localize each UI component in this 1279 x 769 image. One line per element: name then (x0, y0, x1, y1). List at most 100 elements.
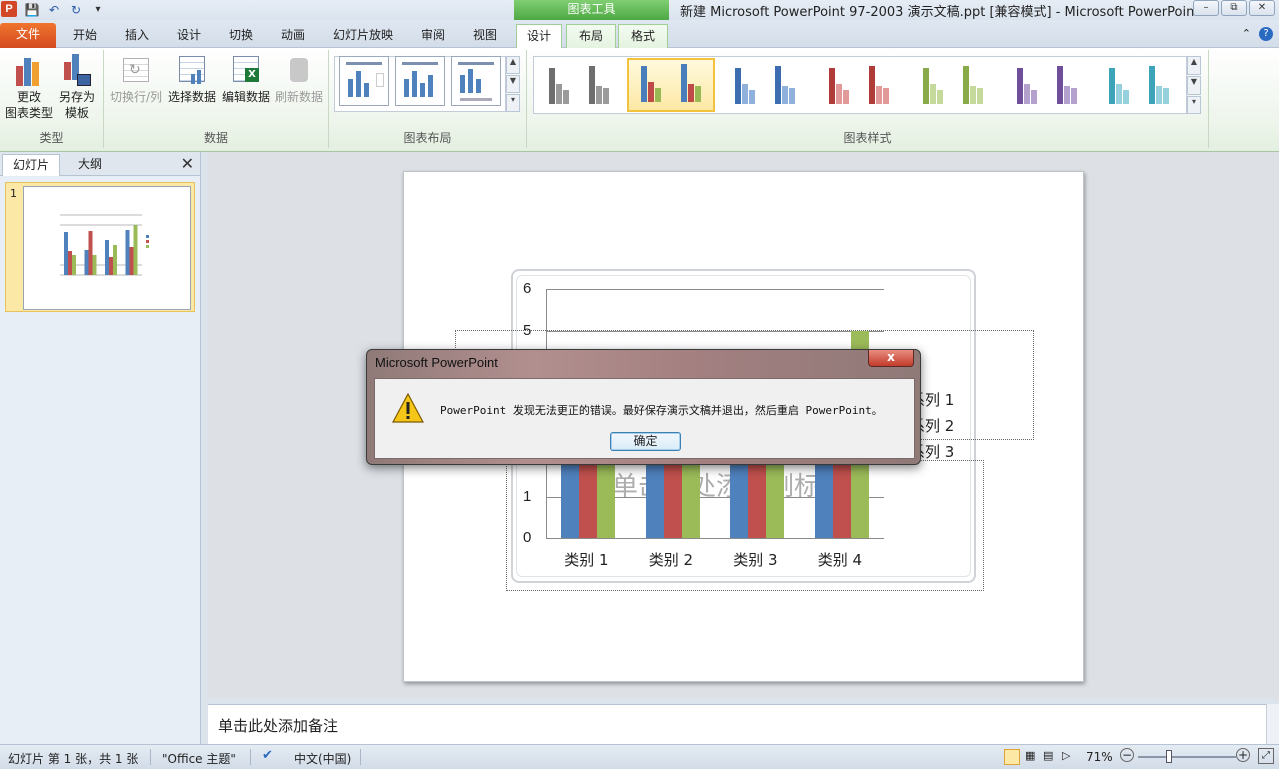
zoom-level[interactable]: 71% (1086, 750, 1113, 764)
language-status[interactable]: 中文(中国) (294, 750, 351, 767)
zoom-slider-thumb[interactable] (1166, 750, 1172, 763)
thumb-legend-swatch (146, 240, 149, 243)
style-preview-bar (789, 88, 795, 104)
ok-button[interactable]: 确定 (610, 432, 681, 451)
x-category-label: 类别 3 (733, 551, 778, 569)
save-as-template-button[interactable]: 另存为 模板 (54, 54, 100, 121)
chart-layout-option-2[interactable] (395, 56, 445, 106)
chart-layout-option-3[interactable] (451, 56, 501, 106)
refresh-data-button[interactable]: 刷新数据 (272, 54, 326, 105)
normal-view-icon[interactable] (1004, 749, 1020, 765)
style-gallery-more[interactable]: ▾ (1187, 96, 1201, 114)
tab-design[interactable]: 设计 (166, 24, 212, 48)
group-label-type: 类型 (39, 131, 64, 145)
help-icon[interactable]: ? (1259, 27, 1273, 41)
tab-review[interactable]: 审阅 (410, 24, 456, 48)
tab-chart-design[interactable]: 设计 (516, 24, 562, 49)
fit-to-window-icon[interactable]: ⤢ (1258, 748, 1274, 764)
bar-3-1[interactable] (597, 455, 616, 538)
theme-status[interactable]: "Office 主题" (162, 750, 236, 767)
slide-thumbnail-selected[interactable]: 1 (5, 182, 195, 312)
slides-panel: 幻灯片 大纲 ✕ 1 (0, 152, 201, 744)
slideshow-view-icon[interactable]: ▷ (1062, 749, 1070, 762)
style-preview-bar (603, 88, 609, 104)
save-icon[interactable]: 💾 (24, 2, 40, 18)
style-preview-bar (735, 68, 741, 104)
style-preview-bar (977, 88, 983, 104)
ribbon-tabs: 文件 开始 插入 设计 切换 动画 幻灯片放映 审阅 视图 设计 布局 格式 ⌃… (0, 20, 1279, 49)
style-preview-bar (775, 66, 781, 104)
x-category-label: 类别 2 (648, 551, 694, 569)
layout-gallery-down[interactable]: ▼ (506, 75, 520, 93)
style-preview-bar (829, 68, 835, 104)
tab-chart-format[interactable]: 格式 (618, 24, 668, 48)
style-preview-bar (655, 88, 661, 102)
thumb-legend-swatch (146, 235, 149, 238)
chart-style-option-3[interactable] (723, 58, 811, 112)
x-category-label: 类别 4 (817, 551, 863, 569)
bar-2-3[interactable] (748, 463, 767, 538)
collapse-ribbon-icon[interactable]: ⌃ (1242, 27, 1251, 41)
tab-file[interactable]: 文件 (0, 23, 56, 48)
edit-data-button[interactable]: X 编辑数据 (220, 54, 272, 105)
zoom-in-button[interactable]: + (1236, 748, 1250, 762)
zoom-slider-track[interactable] (1138, 756, 1236, 758)
tab-view[interactable]: 视图 (462, 24, 508, 48)
change-chart-type-button[interactable]: 更改 图表类型 (4, 54, 54, 121)
thumb-bar (84, 250, 89, 275)
save-template-icon (62, 54, 92, 86)
warning-icon (392, 393, 424, 423)
powerpoint-app-icon[interactable]: P (1, 1, 17, 17)
thumb-bar (72, 255, 76, 275)
title-bar: P 💾 ↶ ↻ ▾ 图表工具 新建 Microsoft PowerPoint 9… (0, 0, 1279, 20)
layout-gallery-up[interactable]: ▲ (506, 56, 520, 74)
close-window-button[interactable]: ✕ (1249, 0, 1275, 16)
tab-animations[interactable]: 动画 (270, 24, 316, 48)
redo-icon[interactable]: ↻ (68, 2, 84, 18)
customize-toolbar-icon[interactable]: ▾ (90, 2, 106, 18)
style-gallery-down[interactable]: ▼ (1187, 76, 1201, 95)
select-data-button[interactable]: 选择数据 (166, 54, 218, 105)
chart-style-option-5[interactable] (911, 58, 999, 112)
notes-pane[interactable]: 单击此处添加备注 (208, 704, 1268, 744)
slide-sorter-view-icon[interactable]: ▦ (1025, 749, 1035, 762)
tab-chart-layout[interactable]: 布局 (566, 24, 616, 48)
tab-slides[interactable]: 幻灯片 (2, 154, 60, 176)
style-preview-bar (1024, 84, 1030, 104)
style-preview-bar (1064, 86, 1070, 104)
dialog-close-button[interactable]: x (868, 350, 914, 367)
chart-style-option-2[interactable] (627, 58, 715, 112)
chart-layout-option-1[interactable] (339, 56, 389, 106)
spellcheck-icon[interactable]: ✔ (262, 748, 273, 763)
style-gallery-up[interactable]: ▲ (1187, 56, 1201, 75)
close-panel-icon[interactable]: ✕ (181, 154, 194, 173)
minimize-button[interactable]: – (1193, 0, 1219, 16)
thumb-bar (109, 257, 113, 275)
chart-style-option-7[interactable] (1097, 58, 1185, 112)
chart-style-option-6[interactable] (1005, 58, 1093, 112)
chart-style-option-4[interactable] (817, 58, 905, 112)
tab-home[interactable]: 开始 (62, 24, 108, 48)
style-preview-bar (641, 66, 647, 102)
notes-scrollbar[interactable] (1266, 704, 1279, 744)
tab-slideshow[interactable]: 幻灯片放映 (324, 24, 402, 48)
zoom-out-button[interactable]: − (1120, 748, 1134, 762)
tab-transitions[interactable]: 切换 (218, 24, 264, 48)
group-label-chart-layout: 图表布局 (403, 131, 452, 145)
bar-3-2[interactable] (681, 455, 700, 538)
switch-row-column-button[interactable]: ↻ 切换行/列 (108, 54, 164, 105)
edit-data-icon: X (231, 54, 261, 86)
reading-view-icon[interactable]: ▤ (1043, 749, 1053, 762)
tab-insert[interactable]: 插入 (114, 24, 160, 48)
thumbnail-chart (60, 214, 149, 276)
restore-button[interactable]: ⧉ (1221, 0, 1247, 16)
tab-outline[interactable]: 大纲 (64, 154, 116, 176)
layout-gallery-more[interactable]: ▾ (506, 94, 520, 112)
slide-number: 1 (10, 187, 17, 200)
slide-thumbnail[interactable] (23, 186, 191, 310)
style-preview-bar (937, 90, 943, 104)
undo-icon[interactable]: ↶ (46, 2, 62, 18)
chart-style-option-1[interactable] (537, 58, 625, 112)
y-tick-label: 1 (523, 487, 532, 505)
style-preview-bar (1031, 90, 1037, 104)
